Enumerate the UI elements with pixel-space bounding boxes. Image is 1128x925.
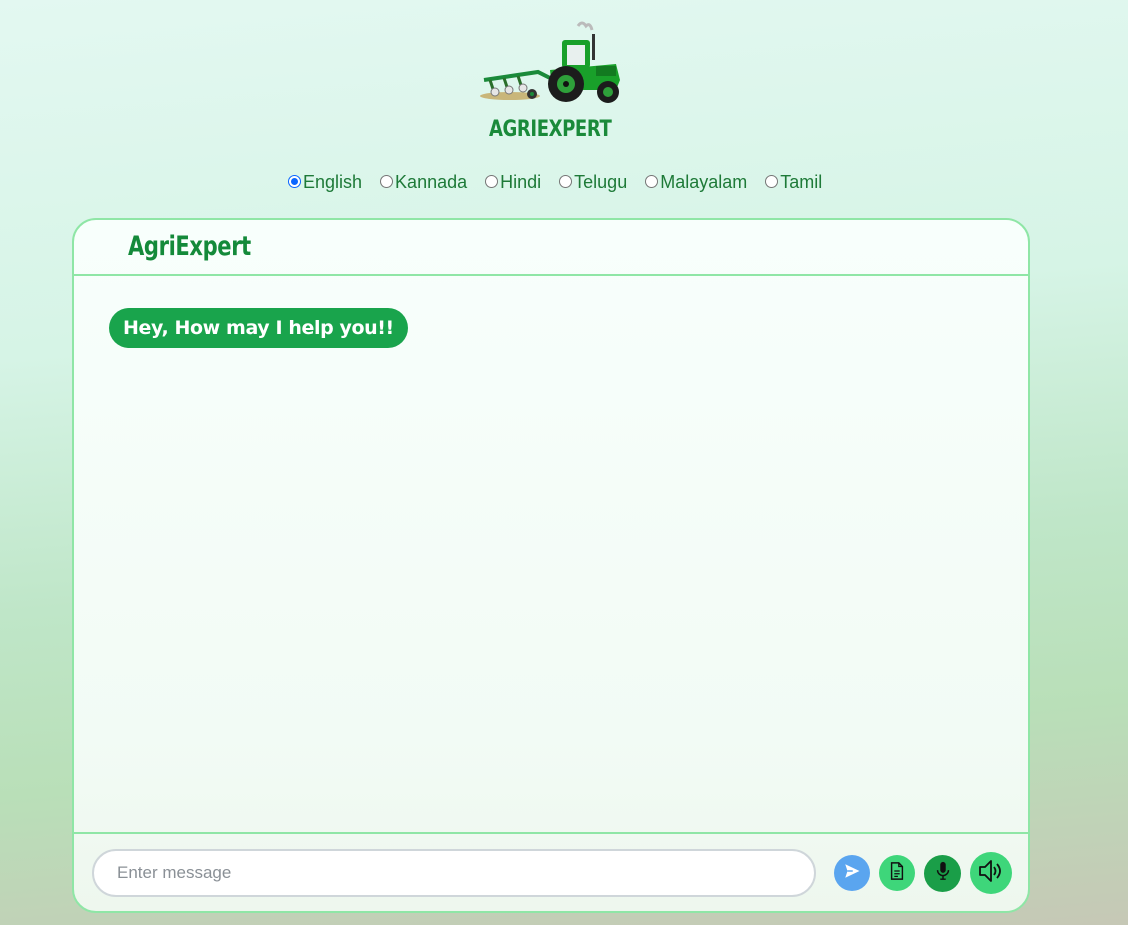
- radio-english[interactable]: [288, 175, 301, 188]
- radio-tamil[interactable]: [765, 175, 779, 188]
- speaker-icon: [978, 859, 1004, 888]
- tractor-logo-icon: [476, 20, 624, 106]
- microphone-icon: [935, 861, 951, 886]
- language-label: Malayalam: [660, 172, 748, 192]
- speaker-button[interactable]: [970, 852, 1012, 894]
- chat-footer: [74, 832, 1028, 911]
- document-button[interactable]: [879, 855, 915, 891]
- bot-message: Hey, How may I help you!!: [109, 308, 408, 348]
- language-option-malayalam[interactable]: Malayalam: [645, 172, 747, 193]
- radio-malayalam[interactable]: [645, 175, 659, 188]
- language-option-kannada[interactable]: Kannada: [380, 172, 467, 193]
- chat-messages[interactable]: Hey, How may I help you!!: [74, 276, 1028, 834]
- language-option-tamil[interactable]: Tamil: [765, 172, 822, 193]
- radio-hindi[interactable]: [485, 175, 499, 188]
- language-label: Kannada: [395, 172, 468, 192]
- language-option-english[interactable]: English: [288, 172, 362, 193]
- message-input[interactable]: [92, 849, 816, 897]
- language-option-hindi[interactable]: Hindi: [485, 172, 541, 193]
- language-label: Tamil: [780, 172, 823, 192]
- chat-header: AgriExpert: [74, 220, 1028, 276]
- language-label: English: [303, 172, 363, 192]
- radio-telugu[interactable]: [559, 175, 573, 188]
- language-option-telugu[interactable]: Telugu: [559, 172, 627, 193]
- send-icon: [843, 862, 861, 885]
- language-label: Telugu: [574, 172, 628, 192]
- send-button[interactable]: [834, 855, 870, 891]
- radio-kannada[interactable]: [380, 175, 394, 188]
- document-icon: [889, 861, 905, 885]
- language-label: Hindi: [500, 172, 542, 192]
- chat-title: AgriExpert: [128, 231, 251, 262]
- microphone-button[interactable]: [924, 855, 961, 892]
- chat-window: AgriExpert Hey, How may I help you!!: [72, 218, 1030, 913]
- language-selector: English Kannada Hindi Telugu Malayalam T…: [288, 172, 822, 193]
- brand-title: AGRIEXPERT: [488, 117, 612, 142]
